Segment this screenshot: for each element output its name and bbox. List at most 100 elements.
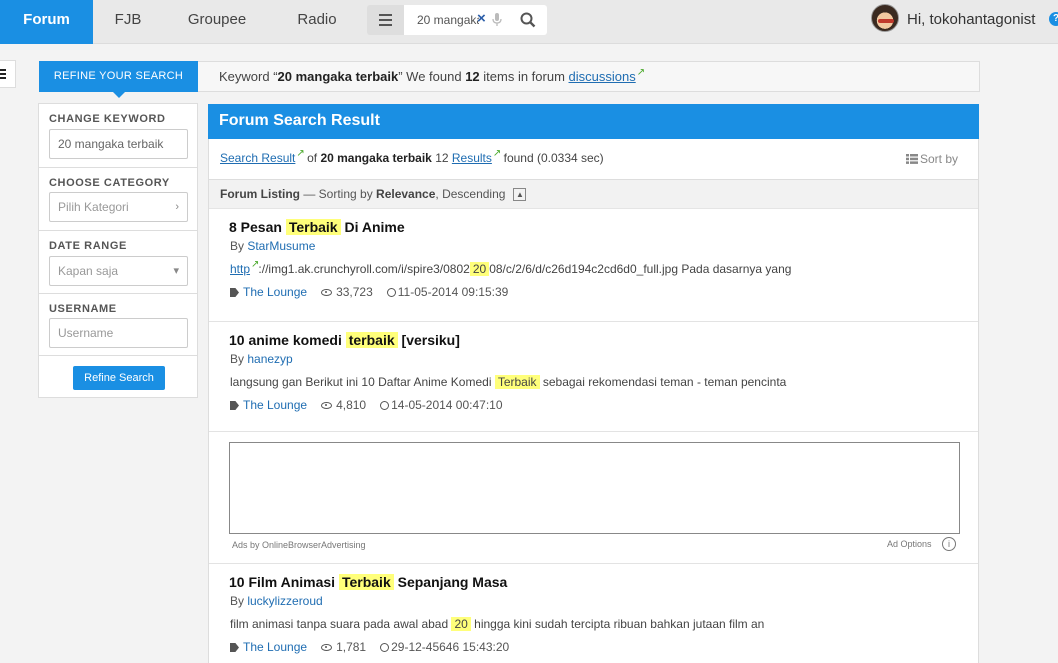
title-highlight: terbaik (345, 332, 398, 348)
tab-groupee[interactable]: Groupee (163, 0, 271, 44)
eye-icon (321, 402, 333, 409)
listing-label: Forum Listing (220, 187, 300, 201)
filter-date-group: DATE RANGE Kapan saja ▾ (39, 231, 197, 294)
snippet-link[interactable]: http (230, 262, 250, 276)
hamburger-icon-line (0, 73, 6, 75)
title-text: 8 Pesan (229, 219, 286, 235)
listing-sep: — Sorting by (300, 187, 377, 201)
keyword-field[interactable]: 20 mangaka terbaik (49, 129, 188, 159)
forum-link[interactable]: The Lounge (243, 398, 307, 412)
tab-radio[interactable]: Radio (271, 0, 363, 44)
choose-category-label: CHOOSE CATEGORY (49, 177, 170, 189)
post-date: 14-05-2014 00:47:10 (391, 398, 503, 412)
author-link[interactable]: hanezyp (247, 352, 292, 366)
summary-keyword: 20 mangaka terbaik (320, 151, 432, 165)
top-navbar: Forum FJB Groupee Radio 20 mangaka × Hi,… (0, 0, 1058, 44)
title-text: 10 anime komedi (229, 332, 346, 348)
search-icon[interactable] (520, 12, 536, 28)
clock-icon (380, 401, 390, 410)
sidebar-toggle[interactable] (0, 60, 16, 88)
snippet-text: sebagai rekomendasi teman - teman pencin… (539, 375, 787, 389)
item-author: By luckylizzeroud (230, 594, 323, 608)
external-link-icon: ↗ (636, 67, 646, 78)
filter-panel: CHANGE KEYWORD 20 mangaka terbaik CHOOSE… (38, 103, 198, 398)
title-text: 10 Film Animasi (229, 574, 339, 590)
keyword-mid: ” We found (398, 69, 466, 84)
hamburger-icon-line (0, 77, 6, 79)
by-label: By (230, 239, 248, 253)
results-link[interactable]: Results (452, 151, 492, 165)
summary-count: 12 (431, 151, 452, 165)
item-author: By StarMusume (230, 239, 315, 253)
clock-icon (386, 288, 396, 297)
item-author: By hanezyp (230, 352, 293, 366)
clear-search-icon[interactable]: × (477, 10, 486, 27)
view-count: 33,723 (336, 285, 373, 299)
post-date: 11-05-2014 09:15:39 (397, 285, 509, 299)
search-result-link[interactable]: Search Result (220, 151, 295, 165)
snippet-text: ://img1.ak.crunchyroll.com/i/spire3/0802 (258, 262, 470, 276)
list-icon (905, 154, 918, 164)
snippet-text: langsung gan Berikut ini 10 Daftar Anime… (230, 375, 495, 389)
date-range-select[interactable]: Kapan saja ▾ (49, 256, 188, 286)
date-range-placeholder: Kapan saja (58, 264, 119, 278)
user-greeting[interactable]: Hi, tokohantagonist (907, 11, 1035, 28)
list-item: 10 anime komedi terbaik [versiku] By han… (209, 322, 978, 432)
change-keyword-label: CHANGE KEYWORD (49, 113, 166, 125)
forum-link[interactable]: The Lounge (243, 640, 307, 654)
help-icon[interactable]: ? (1049, 12, 1058, 26)
search-box[interactable]: 20 mangaka × (404, 5, 547, 35)
hamburger-icon-line (379, 24, 392, 26)
snippet-highlight: 20 (451, 617, 471, 631)
listing-order: , Descending (435, 187, 506, 201)
ad-options-link[interactable]: Ad Options (887, 539, 932, 549)
author-link[interactable]: luckylizzeroud (247, 594, 322, 608)
username-label: USERNAME (49, 303, 117, 315)
microphone-icon[interactable] (492, 13, 502, 27)
item-snippet: film animasi tanpa suara pada awal abad … (230, 617, 764, 631)
item-meta: The Lounge 33,723 11-05-2014 09:15:39 (230, 285, 508, 299)
keyword-text: 20 mangaka terbaik (277, 69, 399, 84)
eye-icon (321, 644, 333, 651)
tab-fjb[interactable]: FJB (93, 0, 163, 44)
search-input[interactable]: 20 mangaka (417, 13, 479, 27)
result-count: 12 (465, 69, 480, 84)
username-field[interactable]: Username (49, 318, 188, 348)
by-label: By (230, 352, 248, 366)
forum-link[interactable]: The Lounge (243, 285, 307, 299)
title-text: Sepanjang Masa (393, 574, 508, 590)
snippet-highlight: 20 (469, 262, 490, 276)
item-title[interactable]: 10 Film Animasi Terbaik Sepanjang Masa (229, 574, 507, 590)
tag-icon (230, 288, 239, 297)
item-title[interactable]: 10 anime komedi terbaik [versiku] (229, 332, 460, 348)
search-menu-button[interactable] (367, 5, 404, 35)
listing-bar: Forum Listing — Sorting by Relevance, De… (209, 179, 978, 209)
filter-category-group: CHOOSE CATEGORY Pilih Kategori › (39, 168, 197, 231)
title-text: Di Anime (340, 219, 405, 235)
keyword-suffix: items in forum (479, 69, 569, 84)
ad-frame[interactable] (229, 442, 960, 534)
collapse-icon[interactable]: ▲ (513, 188, 527, 202)
list-item: 10 Film Animasi Terbaik Sepanjang Masa B… (209, 564, 978, 663)
refine-search-button[interactable]: Refine Search (73, 366, 165, 390)
list-item: 8 Pesan Terbaik Di Anime By StarMusume h… (209, 209, 978, 322)
title-text: [versiku] (397, 332, 460, 348)
sort-by-button[interactable]: Sort by (905, 152, 958, 166)
item-title[interactable]: 8 Pesan Terbaik Di Anime (229, 219, 405, 235)
hamburger-icon (379, 14, 392, 16)
discussions-link[interactable]: discussions (569, 69, 636, 84)
ad-attribution[interactable]: Ads by OnlineBrowserAdvertising (232, 540, 366, 550)
avatar[interactable] (871, 4, 899, 32)
category-select[interactable]: Pilih Kategori › (49, 192, 188, 222)
tab-forum[interactable]: Forum (0, 0, 93, 44)
filter-username-group: USERNAME Username (39, 294, 197, 356)
external-link-icon: ↗ (251, 259, 260, 270)
by-label: By (230, 594, 248, 608)
author-link[interactable]: StarMusume (247, 239, 315, 253)
info-icon[interactable]: i (942, 537, 956, 551)
ad-zone: Ads by OnlineBrowserAdvertising Ad Optio… (209, 432, 978, 564)
hamburger-icon-line (379, 19, 392, 21)
snippet-text: 08/c/2/6/d/c26d194c2cd6d0_full.jpg Pada … (489, 262, 792, 276)
tag-icon (230, 401, 239, 410)
post-date: 29-12-45646 15:43:20 (391, 640, 510, 654)
